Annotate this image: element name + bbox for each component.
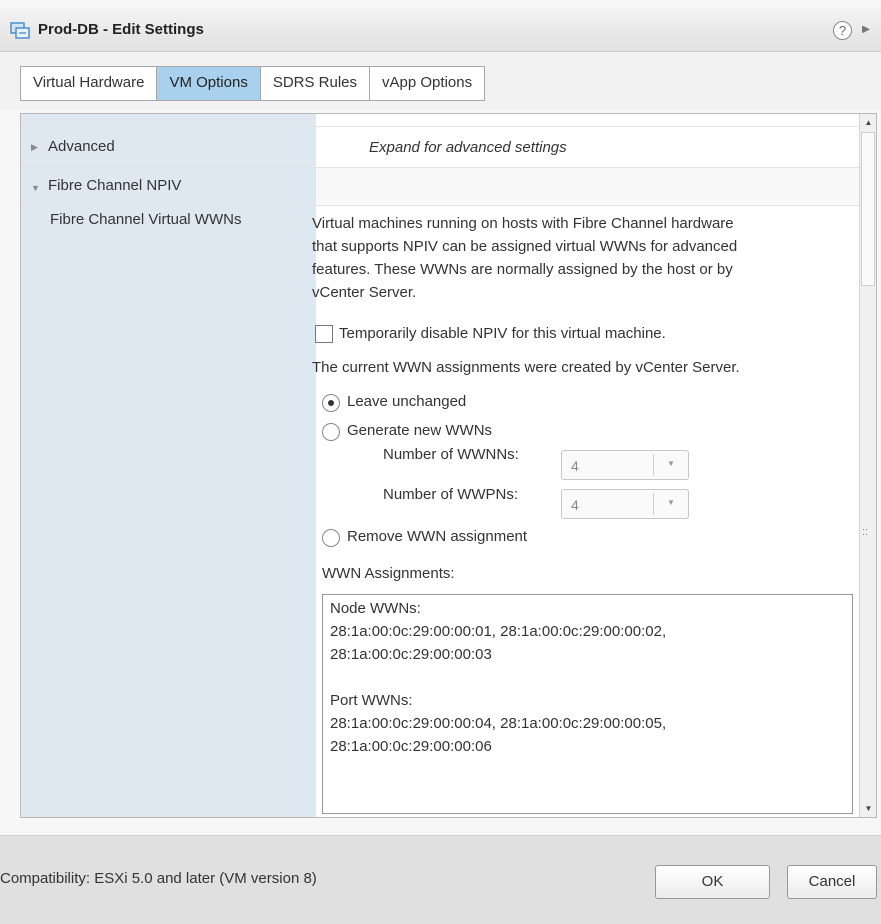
expand-icon[interactable]: ▸▸ <box>862 20 870 37</box>
advanced-description: Expand for advanced settings <box>369 139 567 156</box>
node-wwns-line: 28:1a:00:0c:29:00:00:01, 28:1a:00:0c:29:… <box>330 623 667 640</box>
description-line: that supports NPIV can be assigned virtu… <box>312 238 738 255</box>
remove-wwn-label[interactable]: Remove WWN assignment <box>347 528 527 545</box>
virtual-wwns-label: Fibre Channel Virtual WWNs <box>50 211 242 228</box>
dropdown-arrow-icon[interactable]: ▼ <box>667 498 675 507</box>
tab-virtual-hardware[interactable]: Virtual Hardware <box>21 67 158 100</box>
cancel-button[interactable]: Cancel <box>787 865 877 899</box>
wwn-assignments-label: WWN Assignments: <box>322 565 455 582</box>
advanced-label: Advanced <box>48 138 115 155</box>
disable-npiv-checkbox[interactable] <box>315 325 333 343</box>
vertical-scrollbar[interactable]: ▲ ▼ <box>859 114 876 817</box>
description-line: features. These WWNs are normally assign… <box>312 261 733 278</box>
npiv-description: Virtual machines running on hosts with F… <box>312 212 842 304</box>
leave-unchanged-radio[interactable] <box>322 394 340 412</box>
scroll-thumb[interactable] <box>861 132 875 286</box>
fibre-channel-npiv-label: Fibre Channel NPIV <box>48 177 182 194</box>
wwn-assignments-textarea[interactable]: Node WWNs: 28:1a:00:0c:29:00:00:01, 28:1… <box>322 594 853 814</box>
help-icon[interactable]: ? <box>833 21 852 40</box>
settings-row-advanced[interactable]: ▶ Advanced Expand for advanced settings <box>21 127 859 168</box>
num-wwnns-value: 4 <box>571 458 579 474</box>
num-wwnns-select[interactable]: 4 ▼ <box>561 450 689 480</box>
select-separator <box>653 454 654 476</box>
vm-icon <box>10 22 30 39</box>
scroll-up-arrow-icon[interactable]: ▲ <box>860 114 876 131</box>
tab-sdrs-rules[interactable]: SDRS Rules <box>260 67 371 100</box>
description-line: Virtual machines running on hosts with F… <box>312 215 734 232</box>
resize-grip-icon[interactable]: :: <box>862 526 868 538</box>
port-wwns-header: Port WWNs: <box>330 692 413 709</box>
generate-new-wwns-radio[interactable] <box>322 423 340 441</box>
dialog-title: Prod-DB - Edit Settings <box>38 21 204 38</box>
num-wwpns-value: 4 <box>571 497 579 513</box>
compatibility-text: Compatibility: ESXi 5.0 and later (VM ve… <box>0 870 317 887</box>
description-line: vCenter Server. <box>312 284 417 301</box>
num-wwpns-label: Number of WWPNs: <box>383 486 519 503</box>
port-wwns-line: 28:1a:00:0c:29:00:00:04, 28:1a:00:0c:29:… <box>330 715 667 732</box>
tab-vm-options[interactable]: VM Options <box>157 67 261 100</box>
disable-npiv-label[interactable]: Temporarily disable NPIV for this virtua… <box>339 325 666 342</box>
dialog-footer: Compatibility: ESXi 5.0 and later (VM ve… <box>0 835 881 924</box>
node-wwns-header: Node WWNs: <box>330 600 421 617</box>
title-bar: Prod-DB - Edit Settings ? ▸▸ <box>0 8 881 52</box>
port-wwns-line: 28:1a:00:0c:29:00:00:06 <box>330 738 492 755</box>
edit-settings-dialog: Prod-DB - Edit Settings ? ▸▸ Virtual Har… <box>0 0 881 924</box>
dropdown-arrow-icon[interactable]: ▼ <box>667 459 675 468</box>
expand-caret-icon[interactable]: ▶ <box>31 142 38 153</box>
generate-new-wwns-label[interactable]: Generate new WWNs <box>347 422 492 439</box>
num-wwpns-select[interactable]: 4 ▼ <box>561 489 689 519</box>
row-background <box>316 168 859 205</box>
settings-row-partial <box>21 114 859 127</box>
leave-unchanged-label[interactable]: Leave unchanged <box>347 393 466 410</box>
collapse-caret-icon[interactable]: ▼ <box>31 183 40 193</box>
settings-row-fibre-channel[interactable]: ▼ Fibre Channel NPIV <box>21 168 859 206</box>
ok-button[interactable]: OK <box>655 865 770 899</box>
tab-vapp-options[interactable]: vApp Options <box>370 67 485 100</box>
num-wwnns-label: Number of WWNNs: <box>383 446 519 463</box>
scroll-down-arrow-icon[interactable]: ▼ <box>860 800 876 817</box>
select-separator <box>653 493 654 515</box>
current-assignment-text: The current WWN assignments were created… <box>312 359 740 376</box>
tabs: Virtual Hardware VM Options SDRS Rules v… <box>20 66 486 101</box>
tab-bar: Virtual Hardware VM Options SDRS Rules v… <box>0 52 881 110</box>
remove-wwn-radio[interactable] <box>322 529 340 547</box>
settings-panel: ▶ Advanced Expand for advanced settings … <box>20 113 877 818</box>
node-wwns-line: 28:1a:00:0c:29:00:00:03 <box>330 646 492 663</box>
